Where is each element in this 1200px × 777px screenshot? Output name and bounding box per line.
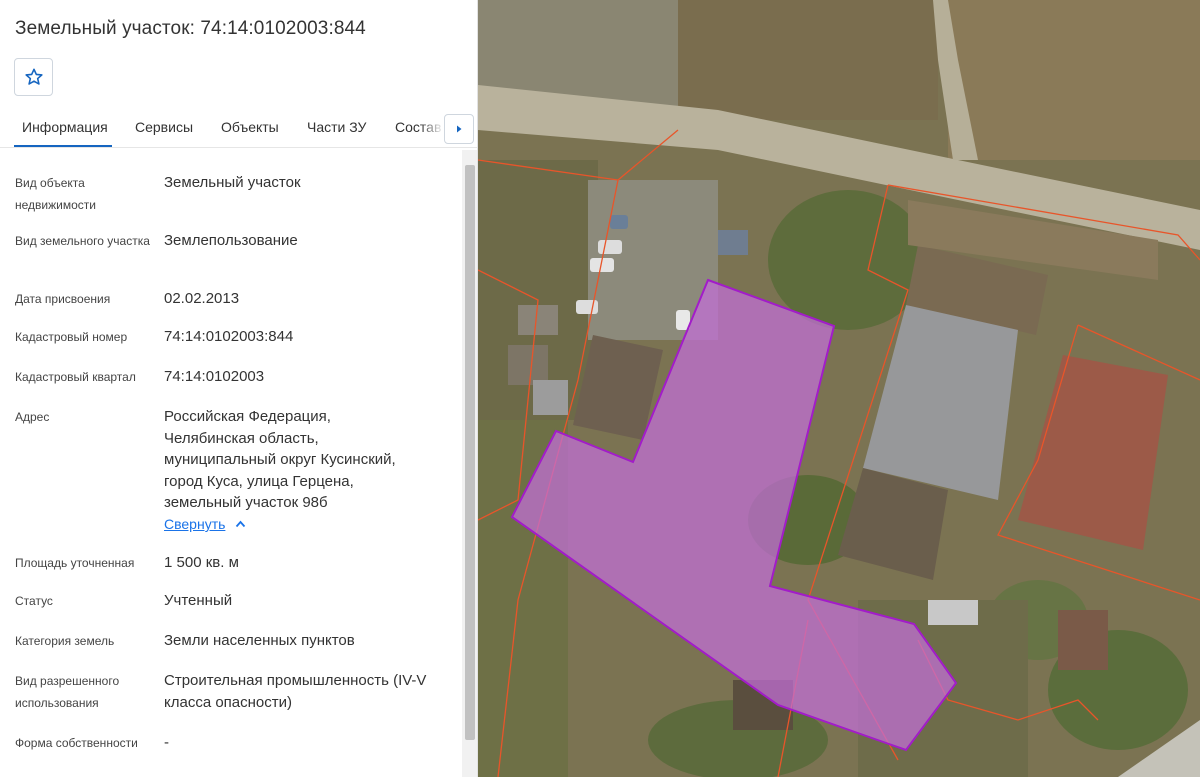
info-label: Категория земель — [15, 634, 115, 648]
info-value: 1 500 кв. м — [164, 554, 239, 571]
address-line: город Куса, улица Герцена, — [164, 472, 354, 490]
chevron-right-icon — [457, 125, 462, 133]
active-tab-indicator — [14, 145, 112, 147]
tab-objects[interactable]: Объекты — [221, 119, 279, 135]
info-value: 74:14:0102003 — [164, 368, 265, 385]
info-label: Статус — [15, 594, 53, 608]
address-line: муниципальный округ Кусинский, — [164, 451, 396, 468]
info-label: Форма собственности — [15, 736, 138, 750]
info-label: Вид разрешенного использования — [15, 674, 120, 710]
page-title: Земельный участок: 74:14:0102003:844 — [15, 18, 366, 39]
collapse-address-link[interactable]: Свернуть — [164, 516, 246, 532]
tab-information[interactable]: Информация — [22, 119, 108, 135]
info-value: Строительная промышленность (IV-V класса… — [164, 672, 427, 711]
address-line: Челябинская область, — [164, 429, 319, 447]
info-value: - — [164, 734, 169, 751]
tab-land-parts[interactable]: Части ЗУ — [307, 119, 366, 135]
info-label: Кадастровый номер — [15, 330, 128, 344]
info-value: Земли населенных пунктов — [164, 632, 355, 649]
info-label: Вид земельного участка — [15, 234, 150, 248]
tab-bar: Информация Сервисы Объекты Части ЗУ Сост… — [0, 108, 477, 148]
info-label: Площадь уточненная — [15, 556, 135, 570]
info-label: Адрес — [15, 410, 50, 424]
address-value: Российская Федерация, Челябинская област… — [164, 406, 444, 514]
info-label: Кадастровый квартал — [15, 370, 136, 384]
info-value: Землепользование — [164, 232, 298, 249]
info-list: Вид объекта недвижимости Земельный участ… — [0, 150, 462, 777]
info-label: Дата присвоения — [15, 292, 111, 306]
star-outline-icon — [24, 68, 43, 85]
favorite-button[interactable] — [14, 58, 53, 96]
info-panel: Земельный участок: 74:14:0102003:844 Инф… — [0, 0, 478, 777]
map-canvas[interactable] — [478, 0, 1200, 777]
scrollbar-thumb[interactable] — [465, 165, 475, 740]
info-label: Вид объекта недвижимости — [15, 176, 96, 212]
satellite-map[interactable] — [478, 0, 1200, 777]
chevron-up-icon — [236, 520, 246, 528]
collapse-label: Свернуть — [164, 516, 226, 532]
tab-services[interactable]: Сервисы — [135, 119, 193, 135]
info-value: 74:14:0102003:844 — [164, 328, 294, 345]
info-value: Учтенный — [164, 592, 233, 609]
info-value: 02.02.2013 — [164, 290, 240, 307]
tabs-fade — [420, 108, 444, 146]
address-line: земельный участок 98б — [164, 494, 328, 511]
info-value: Земельный участок — [164, 174, 301, 191]
address-line: Российская Федерация, — [164, 408, 331, 425]
tabs-next-button[interactable] — [444, 114, 474, 144]
